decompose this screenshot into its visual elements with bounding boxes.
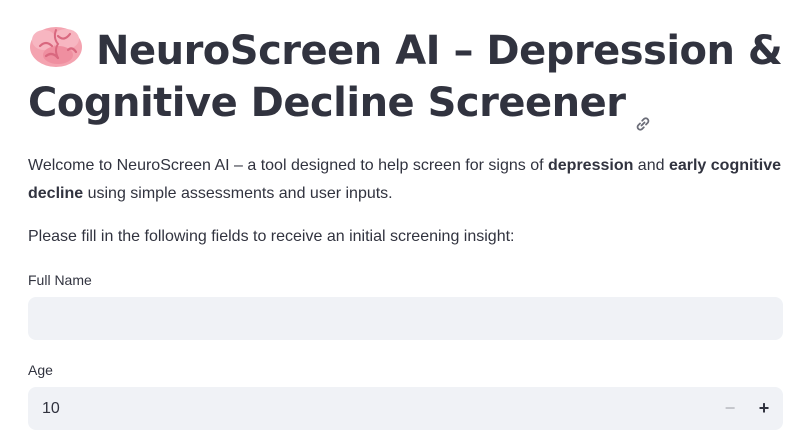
full-name-input[interactable] <box>28 297 783 340</box>
instructions-text: Please fill in the following fields to r… <box>28 228 515 245</box>
page-title-text: NeuroScreen AI – Depression & Cognitive … <box>28 28 783 126</box>
intro-middle: and <box>633 157 669 174</box>
link-icon[interactable] <box>633 95 653 131</box>
full-name-label: Full Name <box>28 272 92 288</box>
main-content: NeuroScreen AI – Depression & Cognitive … <box>28 0 784 430</box>
intro-paragraph: Welcome to NeuroScreen AI – a tool desig… <box>28 152 784 208</box>
age-label: Age <box>28 362 53 378</box>
age-value[interactable]: 10 <box>42 387 60 430</box>
age-increment-button[interactable]: + <box>747 387 781 430</box>
age-number-input[interactable]: 10 − + <box>28 387 783 430</box>
brain-icon <box>28 24 84 70</box>
intro-prefix: Welcome to NeuroScreen AI – a tool desig… <box>28 157 548 174</box>
page-title: NeuroScreen AI – Depression & Cognitive … <box>28 24 784 131</box>
age-decrement-button[interactable]: − <box>713 387 747 430</box>
intro-bold-depression: depression <box>548 157 634 174</box>
intro-suffix: using simple assessments and user inputs… <box>83 185 393 202</box>
